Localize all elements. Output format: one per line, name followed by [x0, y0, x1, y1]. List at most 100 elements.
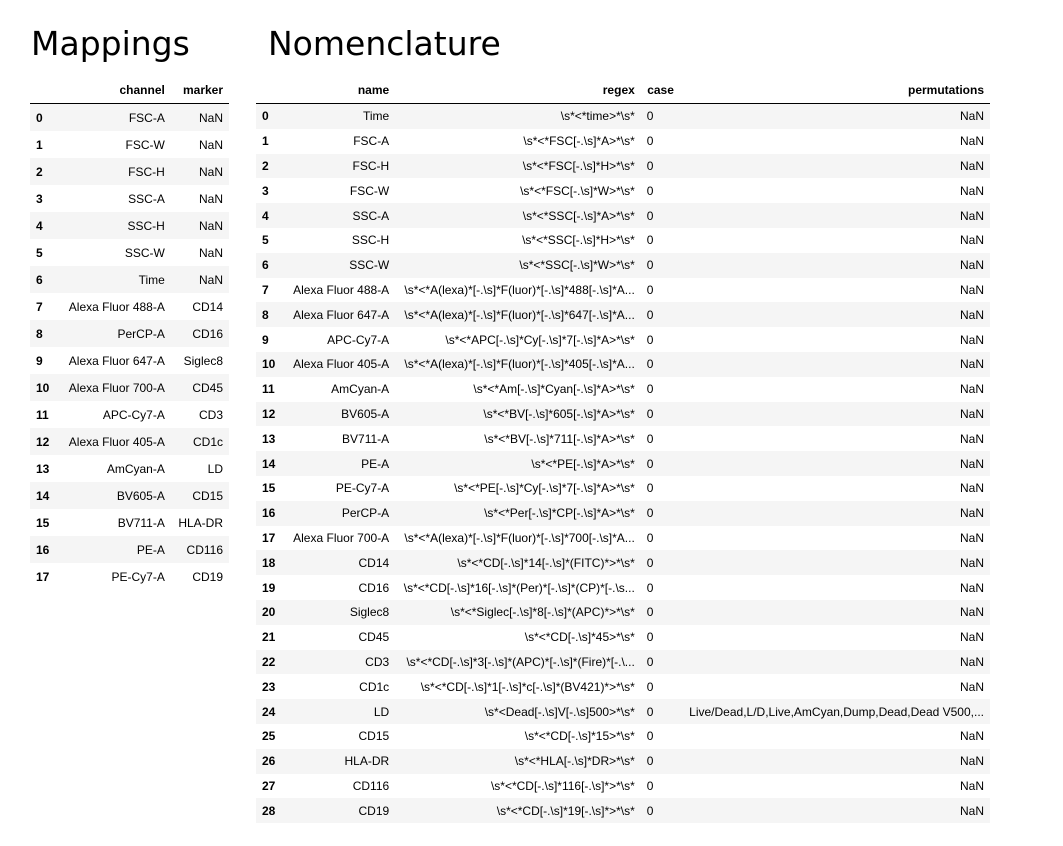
permutations-cell: NaN	[959, 456, 984, 471]
regex-cell: \s*<*HLA[-.\s]*DR>*\s*	[514, 754, 635, 769]
row-index: 7	[36, 299, 43, 314]
table-row: 13 BV711-A \s*<*BV[-.\s]*711[-.\s]*A>*\s* 0…	[256, 426, 990, 451]
regex-cell: \s*<*APC[-.\s]*Cy[-.\s]*7[-.\s]*A>*\s*	[445, 332, 635, 347]
name-cell: Alexa Fluor 488-A	[293, 282, 390, 297]
marker-cell: NaN	[198, 218, 223, 233]
table-row: 14 PE-A \s*<*PE[-.\s]*A>*\s* 0 NaN	[256, 451, 990, 476]
table-row: 8 Alexa Fluor 647-A \s*<*A(lexa)*[-.\s]*F(…	[256, 302, 990, 328]
regex-cell: \s*<*Am[-.\s]*Cyan[-.\s]*A>*\s*	[473, 382, 635, 397]
table-row: 15 PE-Cy7-A \s*<*PE[-.\s]*Cy[-.\s]*7[-.\s]…	[256, 476, 990, 501]
table-row: 3 FSC-W \s*<*FSC[-.\s]*W>*\s* 0 NaN	[256, 178, 990, 203]
regex-cell: \s*<*CD[-.\s]*16[-.\s]*(Per)*[-.\s]*(CP)…	[403, 580, 635, 595]
row-index: 22	[262, 654, 276, 669]
channel-cell: Time	[138, 272, 165, 287]
name-cell: CD19	[358, 803, 390, 818]
table-row: 0 Time \s*<*time>*\s* 0 NaN	[256, 103, 990, 129]
permutations-cell: NaN	[959, 654, 984, 669]
name-header: name	[286, 77, 396, 104]
regex-cell: \s*<*CD[-.\s]*45>*\s*	[524, 630, 635, 645]
regex-cell: \s*<*SSC[-.\s]*W>*\s*	[519, 258, 635, 273]
name-cell: Time	[362, 109, 390, 124]
marker-cell: NaN	[198, 191, 223, 206]
channel-cell: SSC-W	[124, 245, 165, 260]
regex-cell: \s*<*CD[-.\s]*19[-.\s]*>*\s*	[496, 803, 635, 818]
regex-cell: \s*<*CD[-.\s]*14[-.\s]*(FITC)*>*\s*	[457, 555, 635, 570]
marker-cell: NaN	[198, 137, 223, 152]
name-cell: CD15	[358, 729, 390, 744]
regex-cell: \s*<*PE[-.\s]*Cy[-.\s]*7[-.\s]*A>*\s*	[454, 481, 635, 496]
permutations-cell: NaN	[959, 431, 984, 446]
row-index: 13	[36, 461, 50, 476]
case-cell: 0	[646, 406, 654, 421]
channel-cell: PE-Cy7-A	[111, 569, 165, 584]
marker-cell: CD1c	[192, 434, 223, 449]
permutations-cell: NaN	[959, 506, 984, 521]
mappings-title: Mappings	[31, 24, 190, 63]
regex-cell: \s*<*CD[-.\s]*15>*\s*	[524, 729, 635, 744]
case-cell: 0	[646, 803, 654, 818]
marker-cell: NaN	[198, 272, 223, 287]
name-cell: PE-Cy7-A	[335, 481, 390, 496]
case-cell: 0	[646, 679, 654, 694]
permutations-cell: NaN	[959, 307, 984, 322]
case-cell: 0	[646, 332, 654, 347]
row-index: 0	[262, 109, 269, 124]
permutations-cell: NaN	[959, 580, 984, 595]
index-header	[256, 77, 286, 104]
marker-cell: LD	[207, 461, 223, 476]
case-cell: 0	[646, 555, 654, 570]
case-cell: 0	[646, 233, 654, 248]
row-index: 8	[262, 307, 269, 322]
permutations-cell: NaN	[959, 109, 984, 124]
row-index: 1	[36, 137, 43, 152]
name-cell: PE-A	[361, 456, 390, 471]
row-index: 16	[262, 506, 276, 521]
case-cell: 0	[646, 208, 654, 223]
regex-cell: \s*<*time>*\s*	[560, 109, 635, 124]
marker-cell: CD16	[192, 326, 223, 341]
table-row: 6 Time NaN	[30, 266, 229, 293]
regex-cell: \s*<*SSC[-.\s]*H>*\s*	[522, 233, 635, 248]
name-cell: CD16	[358, 580, 390, 595]
channel-cell: AmCyan-A	[106, 461, 165, 476]
case-header: case	[640, 77, 680, 104]
regex-cell: \s*<Dead[-.\s]V[-.\s]500>*\s*	[484, 704, 635, 719]
row-index: 18	[262, 555, 276, 570]
case-cell: 0	[646, 134, 654, 149]
channel-cell: BV711-A	[117, 515, 165, 530]
marker-header: marker	[170, 77, 229, 104]
case-cell: 0	[646, 481, 654, 496]
name-cell: CD14	[358, 555, 390, 570]
marker-cell: NaN	[198, 110, 223, 125]
row-index: 23	[262, 679, 276, 694]
nomenclature-title: Nomenclature	[268, 24, 501, 63]
regex-cell: \s*<*FSC[-.\s]*H>*\s*	[522, 158, 635, 173]
regex-cell: \s*<*CD[-.\s]*1[-.\s]*c[-.\s]*(BV421)*>*…	[420, 679, 635, 694]
row-index: 7	[262, 282, 269, 297]
table-row: 8 PerCP-A CD16	[30, 320, 229, 347]
regex-cell: \s*<*A(lexa)*[-.\s]*F(luor)*[-.\s]*405[-…	[404, 357, 635, 372]
row-index: 25	[262, 729, 276, 744]
marker-cell: CD19	[192, 569, 223, 584]
table-row: 9 APC-Cy7-A \s*<*APC[-.\s]*Cy[-.\s]*7[-.\s…	[256, 327, 990, 352]
table-row: 4 SSC-A \s*<*SSC[-.\s]*A>*\s* 0 NaN	[256, 203, 990, 228]
case-cell: 0	[646, 258, 654, 273]
row-index: 2	[262, 158, 269, 173]
nomenclature-header-row: name regex case permutations	[256, 77, 990, 104]
permutations-cell: NaN	[959, 630, 984, 645]
row-index: 26	[262, 754, 276, 769]
case-cell: 0	[646, 530, 654, 545]
row-index: 5	[262, 233, 269, 248]
marker-cell: CD14	[192, 299, 223, 314]
nomenclature-body: 0 Time \s*<*time>*\s* 0 NaN 1 FSC-A \s*<*FSC[-.…	[256, 103, 990, 824]
table-row: 5 SSC-W NaN	[30, 239, 229, 266]
case-cell: 0	[646, 605, 654, 620]
permutations-cell: NaN	[959, 183, 984, 198]
table-row: 3 SSC-A NaN	[30, 185, 229, 212]
permutations-cell: NaN	[959, 754, 984, 769]
marker-cell: CD15	[192, 488, 223, 503]
marker-cell: Siglec8	[183, 353, 223, 368]
row-index: 11	[262, 382, 275, 397]
regex-cell: \s*<*FSC[-.\s]*W>*\s*	[520, 183, 635, 198]
channel-cell: Alexa Fluor 700-A	[68, 380, 165, 395]
